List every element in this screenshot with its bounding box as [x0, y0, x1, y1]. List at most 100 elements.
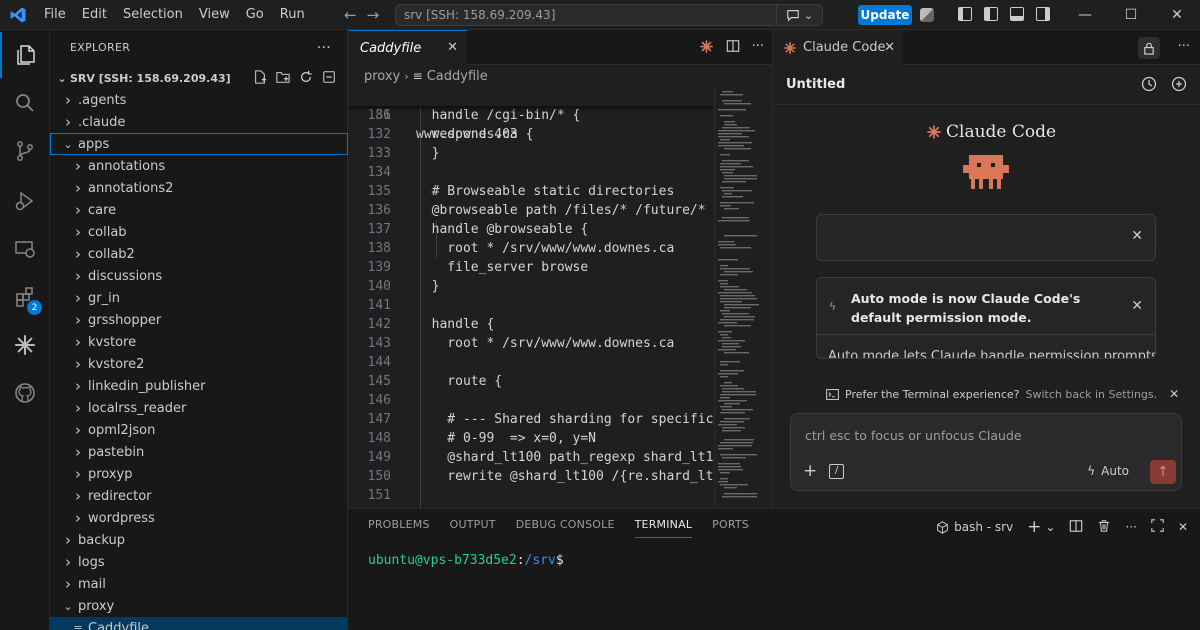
claude-spark-icon[interactable] [0, 322, 50, 368]
tree-folder[interactable]: › opml2json [50, 419, 348, 441]
code-line[interactable]: 151 [348, 486, 714, 505]
toggle-panel-icon[interactable] [1010, 7, 1024, 21]
tree-folder[interactable]: › pastebin [50, 441, 348, 463]
tree-folder[interactable]: › kvstore2 [50, 353, 348, 375]
tree-folder[interactable]: › collab2 [50, 243, 348, 265]
terminal-output[interactable]: ubuntu@vps-b733d5e2:/srv$ [368, 553, 564, 568]
tab-terminal[interactable]: TERMINAL [627, 509, 701, 541]
minimap[interactable] [714, 87, 772, 508]
menu-view[interactable]: View [191, 0, 238, 30]
close-window-icon[interactable]: ✕ [1154, 0, 1200, 30]
tree-folder[interactable]: › linkedin_publisher [50, 375, 348, 397]
code-line[interactable]: 131 handle /cgi-bin/* { [348, 106, 714, 125]
back-arrow-icon[interactable]: ← [344, 6, 357, 24]
terminal-selector[interactable]: bash - srv [936, 520, 1013, 534]
command-center[interactable]: srv [SSH: 158.69.209.43] ⌄ [395, 4, 823, 26]
tree-folder[interactable]: › collab [50, 221, 348, 243]
tree-folder[interactable]: › annotations [50, 155, 348, 177]
update-button[interactable]: Update [858, 5, 912, 25]
code-line[interactable]: 150 rewrite @shard_lt100 /{re.shard_lt1 [348, 467, 714, 486]
code-line[interactable]: 142 handle { [348, 315, 714, 334]
tree-folder[interactable]: › mail [50, 573, 348, 595]
tree-folder[interactable]: › gr_in [50, 287, 348, 309]
tree-folder[interactable]: › grsshopper [50, 309, 348, 331]
tab-claude-code[interactable]: Claude Code ✕ [773, 30, 903, 65]
menu-file[interactable]: File [36, 0, 74, 30]
tree-folder[interactable]: › annotations2 [50, 177, 348, 199]
tab-caddyfile[interactable]: Caddyfile ✕ [348, 30, 467, 65]
menu-go[interactable]: Go [238, 0, 272, 30]
toggle-auxiliary-bar-icon[interactable] [1036, 7, 1050, 21]
close-tab-icon[interactable]: ✕ [447, 40, 458, 55]
menu-selection[interactable]: Selection [115, 0, 191, 30]
code-line[interactable]: 143 root * /srv/www/www.downes.ca [348, 334, 714, 353]
code-line[interactable]: 141 [348, 296, 714, 315]
switch-back-link[interactable]: Switch back in Settings. [1026, 388, 1158, 401]
tree-folder[interactable]: ⌄ proxy [50, 595, 348, 617]
github-icon[interactable] [0, 370, 50, 416]
code-line[interactable]: 136 @browseable path /files/* /future/* … [348, 201, 714, 220]
collapse-all-icon[interactable] [322, 70, 336, 84]
tab-ports[interactable]: PORTS [704, 509, 757, 541]
tree-file[interactable]: ≡ Caddyfile [50, 617, 348, 630]
add-attachment-icon[interactable]: + [803, 461, 817, 481]
explorer-icon[interactable] [0, 32, 50, 78]
maximize-panel-icon[interactable] [1151, 519, 1164, 535]
code-line[interactable]: 139 file_server browse [348, 258, 714, 277]
more-actions-icon[interactable]: ··· [752, 39, 764, 58]
tab-problems[interactable]: PROBLEMS [360, 509, 438, 541]
send-button[interactable]: ↑ [1150, 460, 1176, 484]
code-line[interactable]: 134 [348, 163, 714, 182]
new-file-icon[interactable] [253, 70, 267, 84]
code-line[interactable]: 149 @shard_lt100 path_regexp shard_lt10 [348, 448, 714, 467]
claude-prompt-input[interactable]: ctrl esc to focus or unfocus Claude + / … [790, 413, 1182, 491]
tree-folder[interactable]: › wordpress [50, 507, 348, 529]
source-control-icon[interactable] [0, 128, 50, 174]
breadcrumb-file[interactable]: Caddyfile [427, 69, 488, 84]
menu-edit[interactable]: Edit [74, 0, 115, 30]
tree-folder[interactable]: › discussions [50, 265, 348, 287]
code-line[interactable]: 148 # 0-99 => x=0, y=N [348, 429, 714, 448]
code-line[interactable]: 144 [348, 353, 714, 372]
mode-selector[interactable]: ϟ Auto [1087, 464, 1129, 478]
dismiss-icon[interactable]: ✕ [1169, 387, 1179, 401]
tree-folder[interactable]: › .claude [50, 111, 348, 133]
tree-folder[interactable]: › kvstore [50, 331, 348, 353]
chevron-down-icon[interactable]: ⌄ [1045, 520, 1055, 534]
breadcrumb-folder[interactable]: proxy [364, 69, 400, 84]
tree-folder[interactable]: › logs [50, 551, 348, 573]
tab-debug-console[interactable]: DEBUG CONSOLE [508, 509, 623, 541]
tree-folder[interactable]: › redirector [50, 485, 348, 507]
menu-run[interactable]: Run [272, 0, 313, 30]
tree-folder[interactable]: › care [50, 199, 348, 221]
tree-folder[interactable]: › proxyp [50, 463, 348, 485]
refresh-icon[interactable] [299, 70, 313, 84]
code-line[interactable]: 133 } [348, 144, 714, 163]
explorer-root-folder[interactable]: ⌄ SRV [SSH: 158.69.209.43] [50, 67, 348, 89]
tree-folder[interactable]: ⌄ apps [50, 133, 348, 155]
maximize-icon[interactable]: ☐ [1108, 0, 1154, 30]
more-actions-icon[interactable]: ··· [1125, 520, 1136, 534]
sticky-scroll-line[interactable]: 86 www.downes.ca { [348, 87, 714, 142]
dismiss-icon[interactable]: ✕ [1131, 228, 1143, 244]
code-line[interactable]: 147 # --- Shared sharding for specific [348, 410, 714, 429]
toggle-secondary-sidebar-icon[interactable] [984, 7, 998, 21]
more-actions-icon[interactable]: ··· [1178, 39, 1190, 54]
tree-folder[interactable]: › localrss_reader [50, 397, 348, 419]
copilot-icon[interactable] [920, 8, 934, 22]
close-tab-icon[interactable]: ✕ [884, 40, 895, 55]
history-icon[interactable] [1141, 76, 1157, 96]
remote-explorer-icon[interactable] [0, 226, 50, 272]
search-icon[interactable] [0, 80, 50, 126]
close-panel-icon[interactable]: ✕ [1178, 520, 1188, 534]
new-folder-icon[interactable] [276, 70, 290, 84]
tab-output[interactable]: OUTPUT [442, 509, 504, 541]
code-line[interactable]: 146 [348, 391, 714, 410]
code-area[interactable]: 86 www.downes.ca { 131 handle /cgi-bin/*… [348, 87, 714, 508]
code-line[interactable]: 135 # Browseable static directories [348, 182, 714, 201]
run-debug-icon[interactable] [0, 178, 50, 224]
minimize-icon[interactable]: — [1062, 0, 1108, 30]
claude-spark-icon[interactable] [699, 39, 714, 58]
toggle-primary-sidebar-icon[interactable] [958, 7, 972, 21]
split-editor-icon[interactable] [726, 39, 740, 58]
